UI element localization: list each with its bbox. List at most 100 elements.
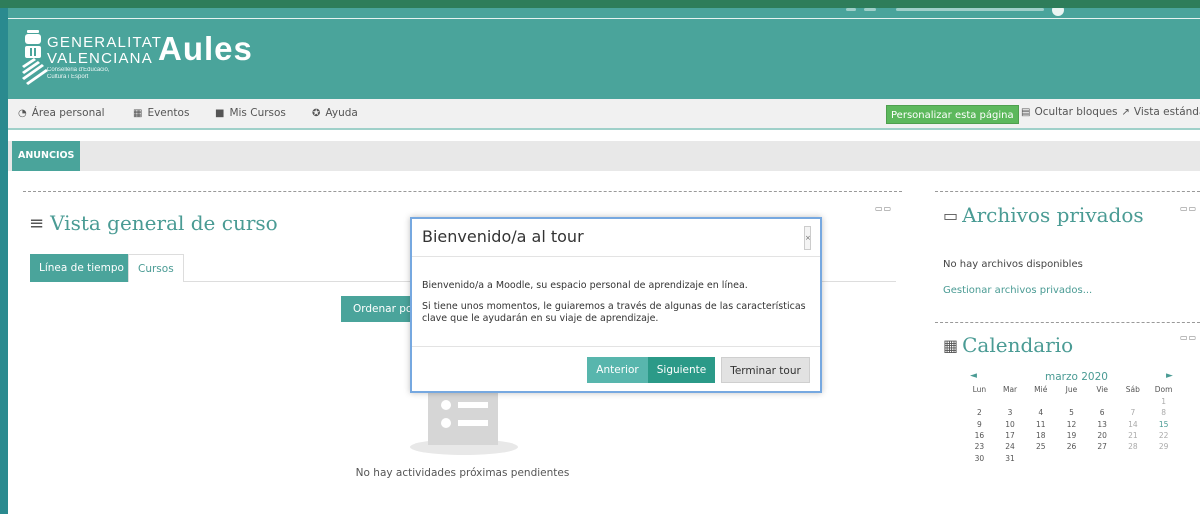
sort-by-dates-button[interactable]: Ordenar por fechas: [341, 296, 419, 322]
tour-next-button[interactable]: Siguiente: [648, 357, 715, 383]
tour-dialog-title: Bienvenido/a al tour: [422, 227, 584, 246]
help-icon: ✪: [312, 107, 321, 119]
calendar-day[interactable]: 12: [1056, 419, 1087, 430]
weekday-header: Dom: [1154, 385, 1173, 394]
calendar-block: ▭▭ ▦ Calendario ◄ marzo 2020 ► Lun Mar M: [935, 322, 1200, 514]
user-name-fragment: [896, 8, 1044, 11]
prev-month-button[interactable]: ◄: [970, 371, 977, 381]
empty-activities-text: No hay actividades próximas pendientes: [355, 467, 570, 479]
tour-end-button[interactable]: Terminar tour: [721, 357, 810, 383]
calendar-day[interactable]: 8: [1148, 407, 1179, 418]
calendar-day[interactable]: 6: [1087, 407, 1118, 418]
calendar-day[interactable]: 15: [1148, 419, 1179, 430]
calendar-empty-cell: [995, 396, 1026, 407]
calendar-day[interactable]: 13: [1087, 419, 1118, 430]
calendar-day[interactable]: 31: [995, 452, 1026, 463]
calendar-day[interactable]: 1: [1148, 396, 1179, 407]
avatar[interactable]: [1052, 8, 1064, 16]
calendar-weeks: 1 2 3 4 5 6 7 8 9 10 11 12 13 14 15 16 17 18 19 20 21 22 23 24 2…: [964, 396, 1179, 464]
nav-bar: ◔ Área personal ▦ Eventos ■ Mis Cursos ✪…: [8, 99, 1200, 130]
briefcase-icon: ■: [215, 107, 225, 119]
nav-item-ayuda[interactable]: ✪ Ayuda: [312, 107, 358, 119]
calendar-day[interactable]: 17: [995, 430, 1026, 441]
menu-icon: ≡: [29, 212, 45, 234]
calendar-day[interactable]: 23: [964, 441, 995, 452]
calendar-empty-cell: [1025, 396, 1056, 407]
browser-viewport: GENERALITAT VALENCIANA Conselleria d'Edu…: [8, 8, 1200, 514]
tab-timeline[interactable]: Línea de tiempo: [30, 254, 133, 282]
calendar-day[interactable]: 5: [1056, 407, 1087, 418]
calendar-grid: Lun Mar Mié Jue Vie Sáb Dom 1 2 3 4 5 6 7 8 9 10 1…: [964, 383, 1179, 464]
calendar-day[interactable]: 10: [995, 419, 1026, 430]
calendar-day[interactable]: 4: [1025, 407, 1056, 418]
calendar-day[interactable]: 25: [1025, 441, 1056, 452]
private-files-title: ▭ Archivos privados: [943, 203, 1144, 227]
announcements-bar: ANUNCIOS: [8, 141, 1200, 171]
weekday-header: Vie: [1096, 385, 1108, 394]
calendar-day[interactable]: 29: [1148, 441, 1179, 452]
calendar-week-row: 16 17 18 19 20 21 22: [964, 430, 1179, 441]
tour-paragraph-1: Bienvenido/a a Moodle, su espacio person…: [422, 280, 748, 291]
calendar-empty-cell: [1118, 396, 1149, 407]
calendar-week-row: 23 24 25 26 27 28 29: [964, 441, 1179, 452]
calendar-day[interactable]: 30: [964, 452, 995, 463]
calendar-day[interactable]: 3: [995, 407, 1026, 418]
calendar-day[interactable]: 11: [1025, 419, 1056, 430]
block-controls-icon[interactable]: ▭▭: [1180, 204, 1197, 213]
dashboard-icon: ◔: [18, 107, 27, 119]
calendar-empty-cell: [1025, 452, 1056, 463]
empty-activities-icon: [410, 387, 518, 455]
calendar-day[interactable]: 9: [964, 419, 995, 430]
calendar-day[interactable]: 2: [964, 407, 995, 418]
calendar-empty-cell: [1056, 396, 1087, 407]
nav-item-mis-cursos[interactable]: ■ Mis Cursos: [215, 107, 286, 119]
standard-view-link[interactable]: Vista estándar: [1134, 106, 1200, 118]
tab-anuncios[interactable]: ANUNCIOS: [12, 141, 81, 171]
calendar-day[interactable]: 19: [1056, 430, 1087, 441]
org-subline1: Conselleria d'Educació,: [47, 67, 110, 73]
calendar-day[interactable]: 28: [1118, 441, 1149, 452]
personalize-page-button[interactable]: Personalizar esta página: [886, 105, 1019, 124]
nav-item-eventos[interactable]: ▦ Eventos: [133, 107, 189, 119]
tour-dialog-body: Bienvenido/a a Moodle, su espacio person…: [422, 280, 812, 325]
next-month-button[interactable]: ►: [1166, 371, 1173, 381]
brand-logo[interactable]: Aules: [158, 30, 253, 68]
block-controls-icon[interactable]: ▭▭: [1180, 333, 1197, 342]
tour-prev-button[interactable]: Anterior: [587, 357, 648, 383]
left-edge-bar: [0, 8, 8, 514]
no-files-text: No hay archivos disponibles: [943, 259, 1083, 270]
weekday-row: Lun Mar Mié Jue Vie Sáb Dom: [964, 383, 1179, 396]
calendar-icon: ▦: [943, 335, 959, 355]
calendar-day[interactable]: 16: [964, 430, 995, 441]
user-menu-fragment: [846, 8, 856, 11]
weekday-header: Sáb: [1125, 385, 1140, 394]
calendar-day[interactable]: 27: [1087, 441, 1118, 452]
calendar-week-row: 9 10 11 12 13 14 15: [964, 419, 1179, 430]
expand-arrows-icon: ↗: [1121, 106, 1130, 118]
nav-item-area-personal[interactable]: ◔ Área personal: [18, 107, 105, 119]
close-icon[interactable]: ×: [804, 226, 811, 250]
user-menu[interactable]: [846, 8, 1068, 16]
org-line2: VALENCIANA: [47, 50, 153, 67]
block-controls-icon[interactable]: ▭▭: [875, 204, 892, 213]
calendar-empty-cell: [1056, 452, 1087, 463]
calendar-day[interactable]: 22: [1148, 430, 1179, 441]
calendar-empty-cell: [1087, 396, 1118, 407]
folder-icon: ▭: [943, 205, 959, 225]
calendar-day[interactable]: 18: [1025, 430, 1056, 441]
calendar-day[interactable]: 7: [1118, 407, 1149, 418]
calendar-day[interactable]: 20: [1087, 430, 1118, 441]
header-divider: [8, 18, 1200, 19]
calendar-day[interactable]: 14: [1118, 419, 1149, 430]
calendar-day[interactable]: 26: [1056, 441, 1087, 452]
org-subline2: Cultura i Esport: [47, 74, 89, 80]
nav-item-label: Mis Cursos: [229, 107, 286, 119]
site-header: GENERALITAT VALENCIANA Conselleria d'Edu…: [8, 8, 1200, 99]
tab-courses[interactable]: Cursos: [128, 254, 184, 282]
calendar-week-row: 1: [964, 396, 1179, 407]
tour-dialog-footer: Anterior Siguiente Terminar tour: [412, 346, 820, 393]
hide-blocks-link[interactable]: Ocultar bloques: [1034, 106, 1117, 118]
calendar-day[interactable]: 24: [995, 441, 1026, 452]
calendar-day[interactable]: 21: [1118, 430, 1149, 441]
manage-files-link[interactable]: Gestionar archivos privados...: [943, 285, 1092, 296]
